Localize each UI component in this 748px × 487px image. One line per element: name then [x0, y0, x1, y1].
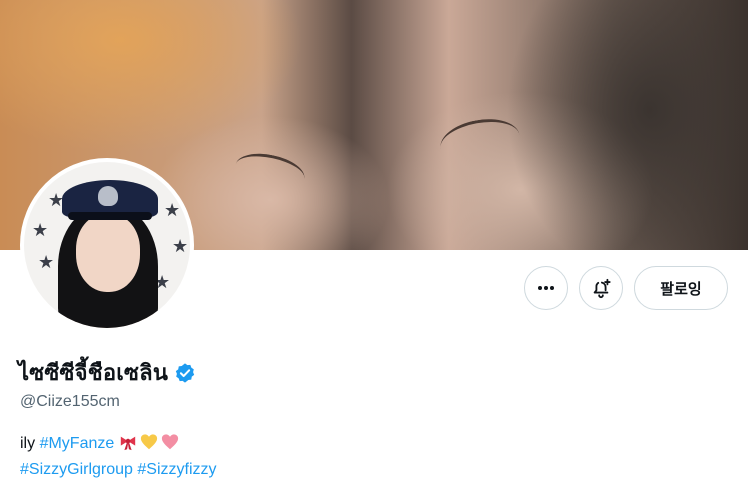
hashtag-sizzygirlgroup[interactable]: #SizzyGirlgroup — [20, 461, 133, 478]
avatar-face — [76, 214, 140, 292]
star-decoration: ★ — [172, 236, 189, 257]
profile-bio: ily #MyFanze #SizzyGirlgroup #Sizzyfizzy — [20, 431, 217, 483]
yellow-heart-emoji-icon — [140, 434, 157, 450]
notification-button[interactable] — [579, 266, 623, 310]
hashtag-myfanze[interactable]: #MyFanze — [40, 435, 115, 452]
hat-badge-icon — [98, 186, 118, 206]
following-button[interactable]: 팔로잉 — [634, 266, 728, 310]
hashtag-sizzyfizzy[interactable]: #Sizzyfizzy — [137, 461, 216, 478]
banner-eye-right — [436, 113, 524, 170]
display-name: ไซซีซีจี้ชือเซลิน — [18, 361, 169, 386]
star-decoration: ★ — [164, 200, 181, 221]
star-decoration: ★ — [32, 220, 49, 241]
star-decoration: ★ — [38, 252, 55, 273]
verified-badge-icon[interactable] — [174, 362, 196, 384]
pink-heart-emoji-icon — [161, 434, 178, 450]
more-icon — [538, 286, 554, 290]
banner-eye-left — [232, 148, 308, 195]
more-button[interactable] — [524, 266, 568, 310]
bio-line-1: ily #MyFanze — [20, 431, 217, 457]
hat-visor — [68, 212, 152, 220]
profile-avatar[interactable]: ★ ★ ★ ★ ★ ★ — [20, 158, 194, 332]
bio-text: ily — [20, 435, 40, 452]
user-handle: @Ciize155cm — [20, 393, 120, 410]
avatar-photo: ★ ★ ★ ★ ★ ★ — [24, 162, 190, 328]
ribbon-emoji-icon — [120, 436, 135, 451]
notification-bell-plus-icon — [593, 278, 611, 299]
display-name-row: ไซซีซีจี้ชือเซลิน — [18, 355, 196, 390]
bio-line-2: #SizzyGirlgroup #Sizzyfizzy — [20, 457, 217, 483]
